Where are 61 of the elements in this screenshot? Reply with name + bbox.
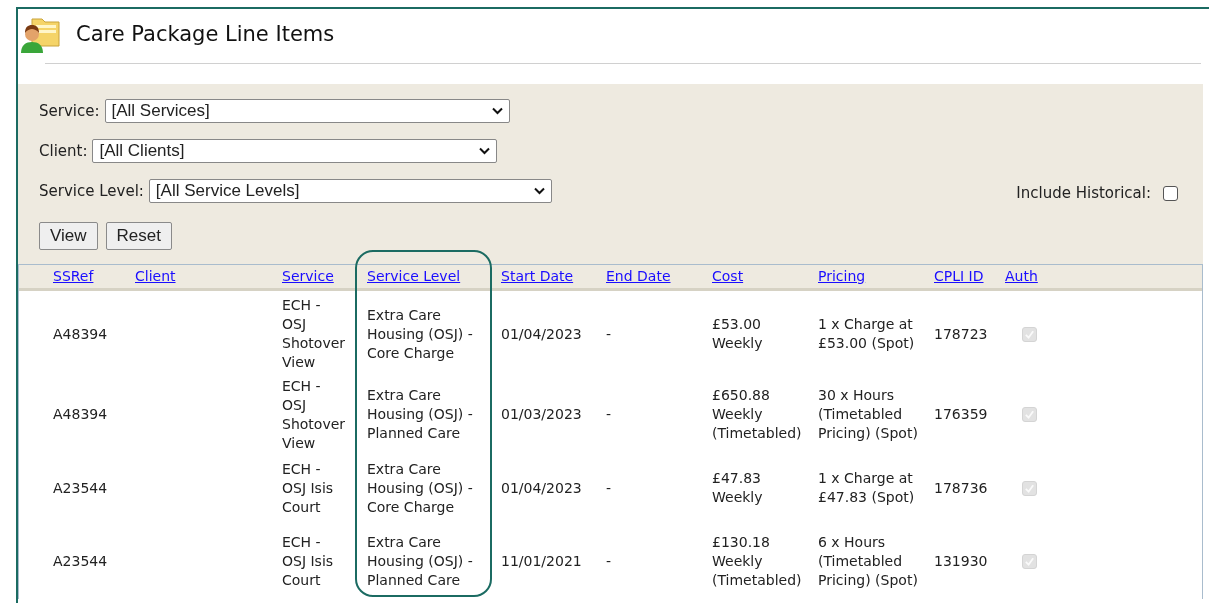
- table-cell: A48394: [53, 406, 108, 422]
- tick-icon: [1024, 328, 1035, 340]
- table-cell: Extra Care Housing (OSJ) - Core Charge: [367, 306, 473, 361]
- table-cell: 1 x Charge at £47.83 (Spot): [818, 470, 915, 505]
- table-cell: -: [606, 406, 612, 422]
- column-header-link[interactable]: Pricing: [818, 268, 866, 284]
- column-header-link[interactable]: Service: [282, 268, 334, 284]
- table-cell: Extra Care Housing (OSJ) - Planned Care: [367, 387, 473, 441]
- table-cell: A48394: [53, 325, 108, 342]
- column-header-link[interactable]: Auth: [1005, 268, 1038, 284]
- table-cell: 178723: [934, 325, 988, 342]
- include-historical-checkbox[interactable]: [1163, 185, 1178, 201]
- table-cell: £650.88 Weekly (Timetabled): [712, 387, 802, 441]
- table-cell: A23544: [53, 479, 108, 496]
- filter-label: Service:: [39, 100, 100, 122]
- chevron-icon: [479, 147, 491, 155]
- table-cell: 30 x Hours (Timetabled Pricing) (Spot): [818, 387, 918, 441]
- column-header-link[interactable]: End Date: [606, 268, 671, 284]
- table-cell: 01/04/2023: [501, 479, 582, 496]
- table-cell: -: [606, 479, 612, 496]
- column-header-link[interactable]: Client: [135, 268, 176, 284]
- filter-button[interactable]: View: [39, 222, 98, 250]
- filter-label: Service Level:: [39, 180, 144, 202]
- include-historical-label: Include Historical:: [1016, 183, 1151, 204]
- table-cell: 176359: [934, 406, 988, 422]
- folder-person-icon: [18, 15, 62, 55]
- table-cell: 6 x Hours (Timetabled Pricing) (Spot): [818, 534, 918, 588]
- column-header-link[interactable]: CPLI ID: [934, 268, 984, 284]
- table-cell: -: [606, 325, 612, 342]
- page-title: Care Package Line Items: [76, 21, 335, 49]
- column-header-link[interactable]: SSRef: [53, 268, 94, 284]
- table-cell: £47.83 Weekly: [712, 470, 763, 505]
- table-cell: 1 x Charge at £53.00 (Spot): [818, 316, 915, 351]
- table-cell: £130.18 Weekly (Timetabled): [712, 534, 802, 588]
- filter-button[interactable]: Reset: [105, 222, 172, 250]
- table-cell: ECH - OSJ Isis Court: [282, 534, 334, 588]
- filter-label: Client:: [39, 140, 88, 162]
- table-cell: 131930: [934, 553, 988, 569]
- table-cell: 01/04/2023: [501, 325, 582, 342]
- table-cell: £53.00 Weekly: [712, 316, 763, 351]
- filter-dropdown[interactable]: [All Services]: [104, 99, 510, 123]
- table-cell: Extra Care Housing (OSJ) - Planned Care: [367, 534, 473, 588]
- tick-icon: [1024, 556, 1035, 567]
- table-cell: 178736: [934, 479, 988, 496]
- table-cell: A23544: [53, 553, 108, 569]
- filter-dropdown[interactable]: [All Clients]: [92, 139, 498, 163]
- chevron-icon: [533, 187, 545, 195]
- table-cell: 11/01/2021: [501, 553, 582, 569]
- chevron-icon: [491, 107, 503, 115]
- tick-icon: [1024, 409, 1035, 420]
- table-cell: Extra Care Housing (OSJ) - Core Charge: [367, 460, 473, 515]
- column-header-link[interactable]: Start Date: [501, 268, 574, 284]
- table-cell: 01/03/2023: [501, 406, 582, 422]
- table-cell: ECH - OSJ Shotover View: [282, 297, 346, 370]
- column-header-link[interactable]: Service Level: [367, 268, 461, 284]
- table-cell: ECH - OSJ Isis Court: [282, 460, 334, 515]
- tick-icon: [1024, 482, 1035, 494]
- column-header-link[interactable]: Cost: [712, 268, 744, 284]
- table-cell: ECH - OSJ Shotover View: [282, 377, 346, 451]
- filter-dropdown[interactable]: [All Service Levels]: [148, 179, 552, 203]
- table-cell: -: [606, 553, 612, 569]
